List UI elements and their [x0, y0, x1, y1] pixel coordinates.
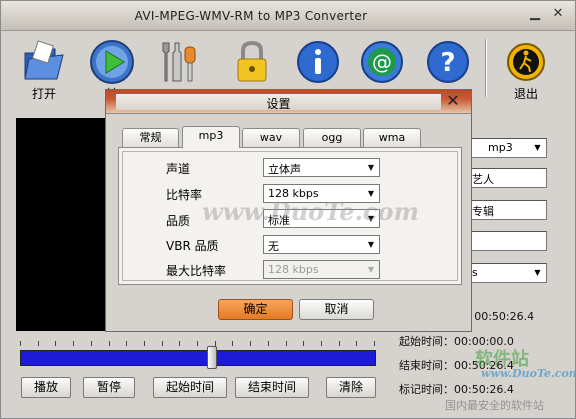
ruler-tick — [303, 341, 305, 346]
settings-dialog: 设置 ✕ 常规 mp3 wav ogg wma 声道 立体声 ▼ 比特率 128… — [105, 89, 472, 332]
bitrate-label: 比特率 — [166, 188, 203, 202]
ruler-tick — [161, 341, 163, 346]
option-select[interactable]: s ▼ — [467, 263, 547, 283]
play-button[interactable]: 播放 — [21, 377, 71, 398]
ruler-tick — [356, 341, 358, 346]
exit-button[interactable]: 退出 — [497, 37, 555, 101]
ruler-tick — [143, 341, 145, 346]
ruler-tick — [108, 341, 110, 346]
folder-open-icon — [24, 40, 64, 80]
ruler-tick — [320, 341, 322, 346]
help-icon: ? — [427, 41, 469, 83]
extra-field[interactable] — [467, 231, 547, 251]
svg-text:@: @ — [372, 50, 392, 74]
ruler-tick — [126, 341, 128, 346]
album-field[interactable]: 专辑 — [467, 200, 547, 220]
artist-field[interactable]: 艺人 — [467, 168, 547, 188]
ruler-tick — [232, 341, 234, 346]
channel-value: 立体声 — [268, 163, 301, 176]
tab-wav[interactable]: wav — [242, 128, 300, 147]
max-bitrate-select: 128 kbps ▼ — [263, 260, 380, 279]
minimize-icon[interactable]: ▁ — [526, 7, 544, 22]
ruler-tick — [250, 341, 252, 346]
channel-select[interactable]: 立体声 ▼ — [263, 158, 380, 177]
total-time: / 00:50:26.4 — [467, 310, 535, 323]
exit-label: 退出 — [513, 87, 538, 101]
tab-mp3[interactable]: mp3 — [182, 126, 240, 148]
vbr-quality-select[interactable]: 无 ▼ — [263, 235, 380, 254]
chevron-down-icon: ▼ — [364, 160, 378, 175]
timeline-ruler — [20, 341, 376, 347]
tab-general[interactable]: 常规 — [122, 128, 179, 147]
ruler-tick — [20, 341, 21, 346]
ruler-tick — [37, 341, 39, 346]
tab-ogg[interactable]: ogg — [303, 128, 361, 147]
toolbar-separator — [485, 39, 487, 97]
dialog-title-bar[interactable]: 设置 ✕ — [106, 90, 471, 114]
ruler-tick — [267, 341, 269, 346]
chevron-down-icon: ▼ — [530, 265, 545, 281]
output-format-select[interactable]: mp3 ▼ — [467, 138, 547, 158]
mark-time-readout: 标记时间：00:50:26.4 — [399, 383, 514, 396]
ruler-tick — [285, 341, 287, 346]
watermark-footer: 国内最安全的软件站 — [445, 399, 544, 412]
close-icon[interactable]: ✕ — [443, 92, 463, 110]
timeline-slider[interactable] — [20, 350, 376, 366]
close-icon[interactable]: ✕ — [549, 7, 567, 22]
email-icon: @ — [361, 41, 403, 83]
ruler-tick — [90, 341, 92, 346]
ruler-tick — [374, 341, 375, 346]
svg-text:?: ? — [440, 48, 455, 78]
max-bitrate-value: 128 kbps — [268, 263, 319, 276]
video-preview — [16, 118, 116, 331]
channel-label: 声道 — [166, 162, 191, 176]
ruler-tick — [73, 341, 75, 346]
chevron-down-icon: ▼ — [364, 237, 378, 252]
vbr-quality-label: VBR 品质 — [166, 239, 219, 253]
max-bitrate-label: 最大比特率 — [166, 264, 227, 278]
chevron-down-icon: ▼ — [530, 140, 545, 156]
timeline-slider-thumb[interactable] — [207, 346, 218, 369]
watermark-center: www.DuoTe.com — [202, 197, 419, 226]
tab-wma[interactable]: wma — [363, 128, 421, 147]
open-label: 打开 — [31, 87, 56, 101]
exit-icon — [507, 43, 545, 81]
info-icon — [297, 41, 339, 83]
output-format-value: mp3 — [488, 141, 513, 154]
play-icon — [90, 40, 134, 84]
dialog-title: 设置 — [266, 97, 291, 111]
option-select-value: s — [472, 266, 478, 279]
ruler-tick — [197, 341, 198, 346]
lock-icon — [237, 40, 267, 82]
ok-button[interactable]: 确定 — [218, 299, 293, 320]
dialog-title-strip: 设置 — [116, 94, 441, 111]
open-button[interactable]: 打开 — [15, 37, 73, 101]
chevron-down-icon: ▼ — [364, 262, 378, 277]
quality-label: 品质 — [166, 214, 191, 228]
set-start-time-button[interactable]: 起始时间 — [153, 377, 227, 398]
cancel-button[interactable]: 取消 — [299, 299, 374, 320]
watermark-badge-site: www.DuoTe.com — [481, 367, 576, 380]
main-window: AVI-MPEG-WMV-RM to MP3 Converter ▁ ✕ 打开 … — [0, 0, 576, 419]
ruler-tick — [338, 341, 340, 346]
title-bar[interactable]: AVI-MPEG-WMV-RM to MP3 Converter ▁ ✕ — [1, 1, 575, 31]
tools-icon — [162, 42, 196, 82]
set-end-time-button[interactable]: 结束时间 — [235, 377, 309, 398]
window-title: AVI-MPEG-WMV-RM to MP3 Converter — [134, 9, 368, 23]
ruler-tick — [55, 341, 57, 346]
clear-button[interactable]: 清除 — [326, 377, 376, 398]
ruler-tick — [179, 341, 181, 346]
pause-button[interactable]: 暂停 — [83, 377, 135, 398]
vbr-quality-value: 无 — [268, 240, 279, 253]
